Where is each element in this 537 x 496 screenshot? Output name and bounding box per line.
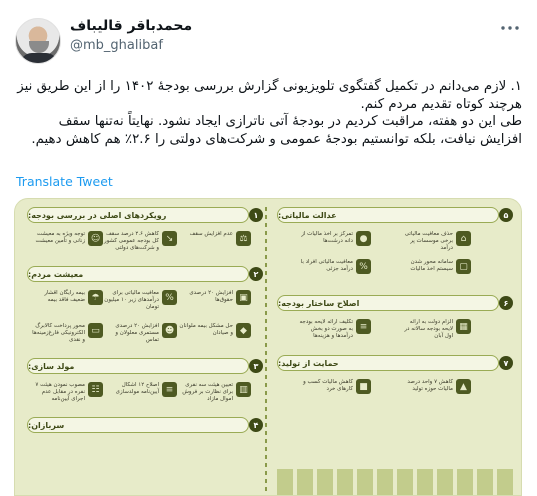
building-icon: ▥ xyxy=(236,382,251,397)
percent-icon: % xyxy=(356,259,371,274)
percent-icon: % xyxy=(162,290,177,305)
infographic-item: ≡ اصلاح ۱۲ اشکال آیین‌نامه مولدسازی xyxy=(103,382,177,397)
infographic-item-text: کاهش ۲.۶ درصد سقف کل بودجه عمومی کشور و … xyxy=(103,231,159,251)
family-icon: ☺ xyxy=(88,231,103,246)
infographic-item: % معافیت مالیاتی برای درآمدهای زیر ۱۰ میل… xyxy=(103,290,177,311)
infographic-item-text: بیمه رایگان اقشار ضعیف فاقد بیمه xyxy=(44,290,85,303)
infographic-item-text: کاهش ۷ واحد درصد مالیات حوزه تولید xyxy=(407,379,453,392)
infographic-item-text: توجه ویژه به معیشت زنانی و تأمین معیشت xyxy=(35,231,85,244)
section-number-badge: ۶ xyxy=(499,296,513,310)
infographic-item: ▥ تعیین هیئت سه نفری برای نظارت بر فروش ا… xyxy=(177,382,251,403)
infographic-item-text: افزایش ۲۰ درصدی حقوق‌ها xyxy=(189,290,233,303)
infographic-item-text: معافیت مالیاتی برای درآمدهای زیر ۱۰ میلی… xyxy=(104,290,159,310)
section-header: عدالت مالیاتی: xyxy=(277,207,499,223)
section-number-badge: ۵ xyxy=(499,208,513,222)
section-title: اصلاح ساختار بودجه: xyxy=(278,298,360,308)
section-title: رویکردهای اصلی در بررسی بودجه: xyxy=(28,210,167,220)
infographic-item: ▦ الزام دولت به ارائه لایحه بودجه سالانه … xyxy=(397,319,471,340)
tweet-header: محمدباقر قالیباف @mb_ghalibaf xyxy=(0,0,537,80)
section-number-badge: ۴ xyxy=(249,418,263,432)
infographic-item-text: الزام دولت به ارائه لایحه بودجه سالانه د… xyxy=(404,319,453,339)
infographic-item: ▲ کاهش ۷ واحد درصد مالیات حوزه تولید xyxy=(397,379,471,394)
section-header: مولد سازی: xyxy=(27,358,249,374)
monitor-icon: ▢ xyxy=(456,259,471,274)
infographic-item-text: مصوب نمودن هیئت ۷ نفره در مقابل عدم اجرا… xyxy=(35,382,85,402)
section-header: حمایت از تولید: xyxy=(277,355,499,371)
infographic-item: % معافیت مالیاتی افراد با درآمد جزئی xyxy=(297,259,371,274)
bank-icon: ⌂ xyxy=(456,231,471,246)
infographic-item: ◆ حل مشکل بیمه ملوانان و صیادان xyxy=(177,323,251,338)
infographic-item-text: کاهش مالیات کسب و کارهای خرد xyxy=(303,379,353,392)
translate-tweet-link[interactable]: Translate Tweet xyxy=(16,174,113,189)
wallet-icon: ▣ xyxy=(236,290,251,305)
section-header: سربازان: xyxy=(27,417,249,433)
people-icon: ☻ xyxy=(162,323,177,338)
infographic-item: ↘ کاهش ۲.۶ درصد سقف کل بودجه عمومی کشور و… xyxy=(103,231,177,252)
infographic-item-text: تکلیف ارائه لایحه بودجه به صورت دو بخش د… xyxy=(299,319,353,339)
infographic-item-text: تعیین هیئت سه نفری برای نظارت بر فروش ام… xyxy=(182,382,233,402)
balance-icon: ⚖ xyxy=(236,231,251,246)
author-name[interactable]: محمدباقر قالیباف xyxy=(70,18,192,34)
budget-infographic-image[interactable]: رویکردهای اصلی در بررسی بودجه: ۱ ⚖ عدم افزا… xyxy=(14,198,522,496)
infographic-item-text: حل مشکل بیمه ملوانان و صیادان xyxy=(179,323,233,336)
infographic-item-text: افزایش ۲۰ درصدی مستمری معلولان و تماس xyxy=(115,323,159,343)
infographic-item: ⚖ عدم افزایش سقف xyxy=(177,231,251,246)
umbrella-icon: ☂ xyxy=(88,290,103,305)
infographic-item: ≡ تکلیف ارائه لایحه بودجه به صورت دو بخش … xyxy=(297,319,371,340)
group-icon: ☷ xyxy=(88,382,103,397)
more-options-icon[interactable] xyxy=(498,18,522,38)
section-title: مولد سازی: xyxy=(28,361,75,371)
coins-icon: ● xyxy=(356,231,371,246)
infographic-item: ☷ مصوب نمودن هیئت ۷ نفره در مقابل عدم اجر… xyxy=(29,382,103,403)
section-number-badge: ۲ xyxy=(249,267,263,281)
tweet-paragraph-2: طی این دو هفته، مراقبت کردیم در بودجهٔ آ… xyxy=(31,114,522,147)
section-header: رویکردهای اصلی در بررسی بودجه: xyxy=(27,207,249,223)
factory-icon: ▲ xyxy=(456,379,471,394)
section-number-badge: ۱ xyxy=(249,208,263,222)
author-avatar[interactable] xyxy=(15,18,61,64)
infographic-item-text: اصلاح ۱۲ اشکال آیین‌نامه مولدسازی xyxy=(115,382,159,395)
infographic-item: ▣ افزایش ۲۰ درصدی حقوق‌ها xyxy=(177,290,251,305)
section-title: عدالت مالیاتی: xyxy=(278,210,337,220)
infographic-item-text: سامانه محور شدن سیستم اخذ مالیات xyxy=(410,259,453,272)
infographic-item: ▢ سامانه محور شدن سیستم اخذ مالیات xyxy=(397,259,471,274)
infographic-divider xyxy=(265,207,267,495)
shop-icon: ■ xyxy=(356,379,371,394)
decorative-pattern xyxy=(277,469,513,495)
infographic-item: ▭ محور پرداخت کالابرگ الکترونیکی فارغ‌زمی… xyxy=(29,323,103,344)
section-header: معیشت مردم: xyxy=(27,266,249,282)
infographic-item: ☂ بیمه رایگان اقشار ضعیف فاقد بیمه xyxy=(29,290,103,305)
infographic-item: ☻ افزایش ۲۰ درصدی مستمری معلولان و تماس xyxy=(103,323,177,344)
tweet-text: ۱. لازم می‌دانم در تکمیل گفتگوی تلویزیون… xyxy=(16,78,522,148)
calendar-icon: ▦ xyxy=(456,319,471,334)
infographic-item: ■ کاهش مالیات کسب و کارهای خرد xyxy=(297,379,371,394)
section-title: حمایت از تولید: xyxy=(278,358,339,368)
infographic-item: ⌂ حذف معافیت مالیاتی برخی موسسات پر درآمد xyxy=(397,231,471,252)
section-header: اصلاح ساختار بودجه: xyxy=(277,295,499,311)
chart-down-icon: ↘ xyxy=(162,231,177,246)
card-icon: ▭ xyxy=(88,323,103,338)
shield-icon: ◆ xyxy=(236,323,251,338)
section-number-badge: ۷ xyxy=(499,356,513,370)
document-icon: ≡ xyxy=(356,319,371,334)
document-icon: ≡ xyxy=(162,382,177,397)
section-number-badge: ۳ xyxy=(249,359,263,373)
infographic-item-text: محور پرداخت کالابرگ الکترونیکی فارغ‌زمین… xyxy=(32,323,85,343)
section-title: سربازان: xyxy=(28,420,65,430)
infographic-item-text: تمرکز بر اخذ مالیات از دانه درشت‌ها xyxy=(301,231,353,244)
infographic-item-text: عدم افزایش سقف xyxy=(189,231,233,237)
author-handle[interactable]: @mb_ghalibaf xyxy=(70,38,163,53)
infographic-item: ☺ توجه ویژه به معیشت زنانی و تأمین معیشت xyxy=(29,231,103,246)
infographic-item: ● تمرکز بر اخذ مالیات از دانه درشت‌ها xyxy=(297,231,371,246)
section-title: معیشت مردم: xyxy=(28,269,84,279)
tweet-paragraph-1: ۱. لازم می‌دانم در تکمیل گفتگوی تلویزیون… xyxy=(17,79,522,112)
infographic-item-text: حذف معافیت مالیاتی برخی موسسات پر درآمد xyxy=(404,231,453,251)
infographic-item-text: معافیت مالیاتی افراد با درآمد جزئی xyxy=(300,259,353,272)
